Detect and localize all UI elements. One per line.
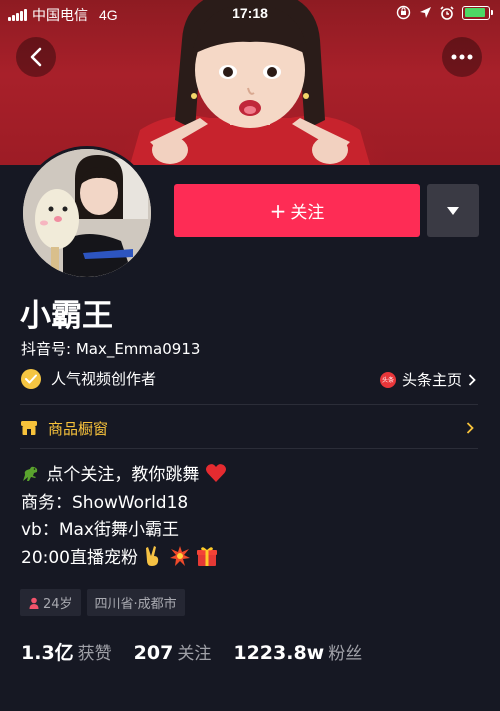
orientation-lock-icon — [396, 5, 411, 20]
location-label: 四川省·成都市 — [94, 597, 177, 612]
following-stat[interactable]: 207 关注 — [134, 639, 212, 664]
alarm-icon — [440, 5, 454, 20]
age-tag: 24岁 — [20, 589, 81, 616]
likes-stat[interactable]: 1.3亿 获赞 — [21, 638, 112, 665]
creator-badge-row[interactable]: 人气视频创作者 — [21, 368, 156, 389]
chevron-right-icon — [466, 422, 474, 434]
followers-label: 粉丝 — [328, 644, 363, 664]
verified-badge-icon — [21, 368, 41, 389]
shop-label: 商品橱窗 — [48, 419, 109, 438]
chevron-right-icon — [468, 373, 476, 386]
back-button[interactable] — [16, 37, 56, 77]
plus-icon: + — [269, 198, 287, 223]
avatar-photo — [23, 149, 151, 277]
heart-emoji-icon — [205, 464, 226, 482]
douyin-id[interactable]: 抖音号: Max_Emma0913 — [21, 338, 200, 359]
dinosaur-emoji-icon — [23, 466, 38, 481]
following-count: 207 — [133, 642, 174, 664]
bio-line-4: 20:00直播宠粉 — [21, 547, 138, 568]
divider — [20, 448, 478, 449]
bio-line-1: 点个关注，教你跳舞 — [46, 465, 200, 485]
bio-line-3: vb：Max街舞小霸王 — [21, 520, 179, 540]
location-tag: 四川省·成都市 — [86, 589, 185, 616]
toutiao-logo-icon: 头条 — [379, 371, 396, 388]
recommend-dropdown-button[interactable] — [427, 184, 479, 237]
follow-label: 关注 — [290, 203, 325, 223]
followers-stat[interactable]: 1223.8w 粉丝 — [233, 639, 362, 664]
bio-line: 20:00直播宠粉 — [21, 545, 227, 573]
cover-banner: 中国电信 4G 17:18 — [0, 0, 500, 165]
creator-badge-label: 人气视频创作者 — [51, 370, 157, 388]
follow-button[interactable]: + 关注 — [174, 184, 420, 237]
age-label: 24岁 — [43, 597, 73, 612]
battery-icon — [462, 5, 493, 20]
toutiao-label: 头条主页 — [401, 371, 462, 389]
likes-label: 获赞 — [77, 644, 112, 664]
profile-name: 小霸王 — [20, 298, 113, 334]
collision-emoji-icon — [169, 545, 190, 566]
triangle-down-icon — [447, 206, 459, 215]
gift-emoji-icon — [197, 546, 218, 566]
victory-hand-emoji-icon — [146, 545, 159, 566]
avatar[interactable] — [20, 146, 154, 280]
ellipsis-icon — [451, 54, 473, 60]
location-arrow-icon — [420, 7, 431, 18]
shop-icon — [21, 421, 37, 435]
female-icon — [29, 597, 39, 609]
followers-count: 1223.8w — [233, 642, 325, 664]
bio-line: 点个关注，教你跳舞 — [21, 462, 227, 490]
following-label: 关注 — [177, 644, 212, 664]
bio: 点个关注，教你跳舞 商务：ShowWorld18 vb：Max街舞小霸王 20:… — [21, 462, 227, 572]
likes-count: 1.3亿 — [21, 642, 74, 664]
stats-bar: 1.3亿 获赞 207 关注 1223.8w 粉丝 — [21, 638, 362, 665]
chevron-left-icon — [30, 47, 42, 67]
divider — [20, 404, 478, 405]
bio-line-2: 商务：ShowWorld18 — [21, 492, 189, 513]
status-bar: 中国电信 4G 17:18 — [0, 0, 500, 28]
more-options-button[interactable] — [442, 37, 482, 77]
toutiao-homepage-link[interactable]: 头条 头条主页 — [379, 369, 476, 390]
profile-tags: 24岁 四川省·成都市 — [20, 589, 185, 616]
product-showcase-row[interactable]: 商品橱窗 — [20, 410, 478, 446]
